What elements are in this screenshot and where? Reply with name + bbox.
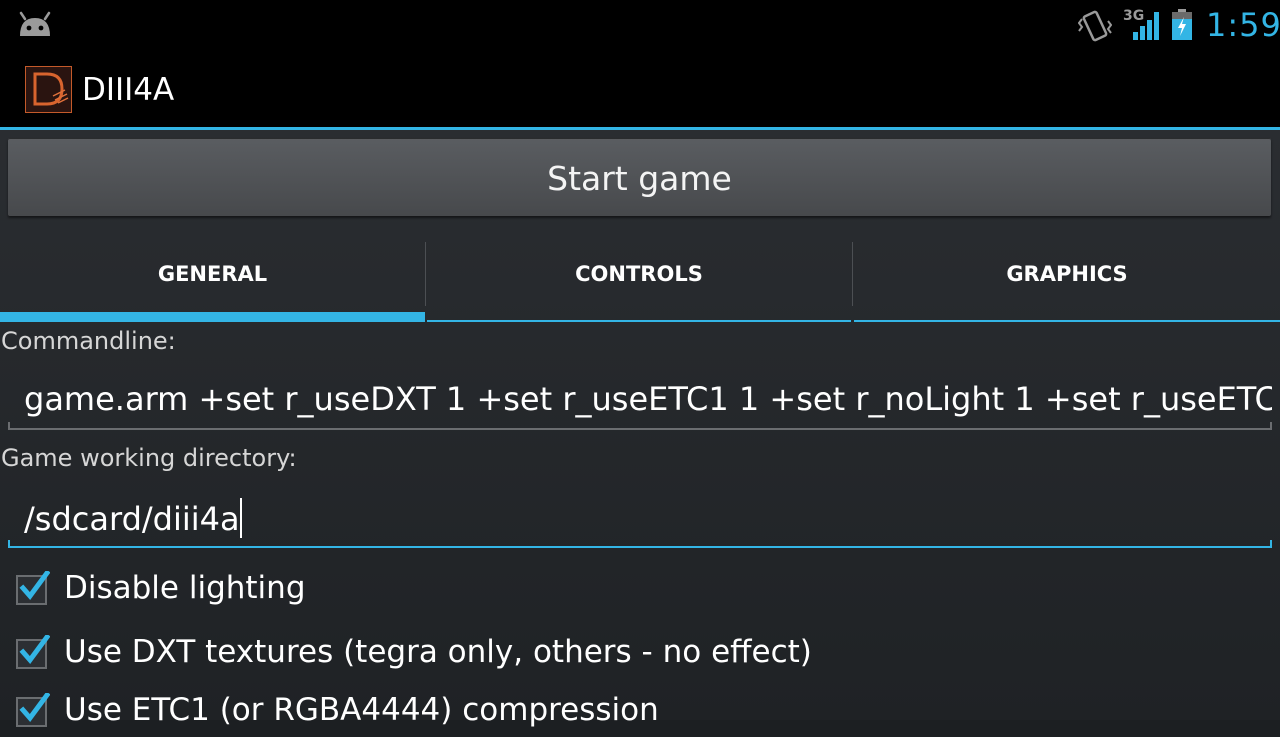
tab-controls-indicator (427, 320, 851, 322)
diii4a-logo-icon[interactable] (25, 66, 72, 113)
checkbox-label: Disable lighting (64, 570, 306, 606)
checkbox-checked-icon[interactable] (16, 693, 50, 727)
text-cursor (239, 498, 242, 538)
checkbox-checked-icon[interactable] (16, 571, 50, 605)
tab-controls[interactable]: CONTROLS (427, 240, 851, 322)
status-clock: 1:59 (1206, 6, 1280, 44)
commandline-input[interactable]: game.arm +set r_useDXT 1 +set r_useETC1 … (8, 374, 1272, 430)
workdir-input-text: /sdcard/diii4a (24, 498, 242, 538)
commandline-value: game.arm +set r_useDXT 1 +set r_useETC1 … (24, 380, 1272, 418)
tab-controls-label: CONTROLS (575, 262, 703, 286)
tab-divider (425, 242, 426, 306)
input-underline-left-tick (8, 540, 10, 548)
input-underline-right-tick (1270, 422, 1272, 430)
checkbox-checked-icon[interactable] (16, 635, 50, 669)
tab-graphics-label: GRAPHICS (1006, 262, 1128, 286)
tab-graphics-indicator (854, 320, 1280, 322)
action-bar: DIII4A (0, 50, 1280, 127)
commandline-label: Commandline: (1, 327, 176, 355)
android-icon (19, 11, 51, 36)
workdir-input[interactable]: /sdcard/diii4a (8, 492, 1272, 548)
app-title: DIII4A (82, 72, 175, 108)
tab-divider (852, 242, 853, 306)
input-underline-left-tick (8, 422, 10, 430)
input-underline (8, 428, 1272, 430)
input-underline (8, 546, 1272, 548)
workdir-label: Game working directory: (1, 444, 297, 472)
tab-bar: GENERAL CONTROLS GRAPHICS (0, 240, 1280, 322)
workdir-value: /sdcard/diii4a (24, 500, 240, 538)
status-bar: 3G 1:59 (0, 0, 1280, 50)
signal-icon: 3G (1123, 8, 1163, 42)
tab-general-label: GENERAL (157, 262, 268, 286)
checkbox-label: Use DXT textures (tegra only, others - n… (64, 634, 812, 670)
checkbox-label: Use ETC1 (or RGBA4444) compression (64, 692, 659, 728)
tab-graphics[interactable]: GRAPHICS (854, 240, 1280, 322)
input-underline-right-tick (1270, 540, 1272, 548)
tab-general-indicator (0, 312, 425, 322)
main-content: Start game GENERAL CONTROLS GRAPHICS Com… (0, 130, 1280, 728)
tab-general[interactable]: GENERAL (0, 240, 425, 322)
start-game-button[interactable]: Start game (8, 138, 1271, 216)
vibrate-icon (1078, 10, 1112, 42)
battery-charging-icon (1172, 9, 1192, 40)
